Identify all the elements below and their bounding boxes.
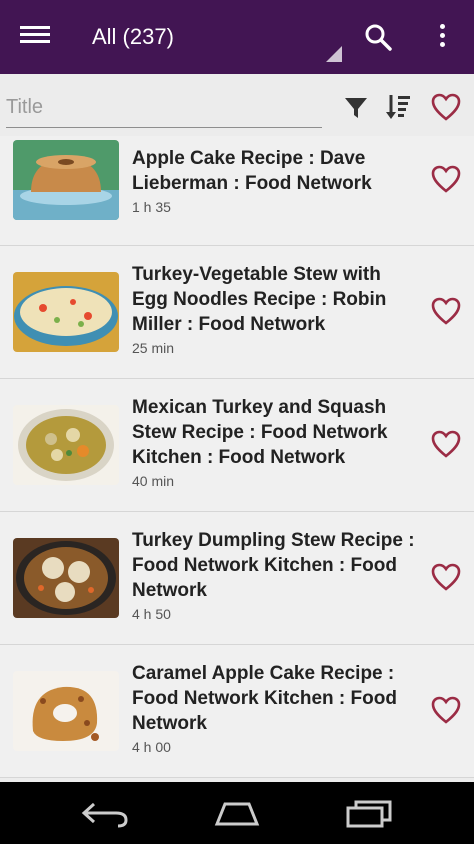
recipe-time: 4 h 50: [132, 606, 171, 622]
more-vert-icon[interactable]: [428, 20, 456, 54]
recipe-thumbnail: [13, 671, 119, 751]
recipe-thumbnail: [13, 538, 119, 618]
back-icon[interactable]: [80, 798, 132, 828]
list-item[interactable]: Turkey Dumpling Stew Recipe : Food Netwo…: [0, 512, 474, 645]
recipe-title: Caramel Apple Cake Recipe : Food Network…: [132, 663, 397, 734]
recipe-thumbnail: [13, 405, 119, 485]
favorite-heart-icon[interactable]: [430, 164, 462, 194]
category-dropdown[interactable]: All (237): [92, 24, 174, 50]
list-item[interactable]: Mexican Turkey and Squash Stew Recipe : …: [0, 379, 474, 512]
system-nav-bar: [0, 782, 474, 844]
filter-bar: [0, 74, 474, 136]
dropdown-indicator-icon: [326, 46, 342, 62]
list-item[interactable]: Caramel Apple Cake Recipe : Food Network…: [0, 645, 474, 778]
recipe-title: Apple Cake Recipe : Dave Lieberman : Foo…: [132, 148, 372, 194]
recipe-thumbnail: [13, 272, 119, 352]
favorite-heart-icon[interactable]: [430, 695, 462, 725]
recipe-title: Turkey Dumpling Stew Recipe : Food Netwo…: [132, 530, 415, 601]
title-search-input[interactable]: [6, 88, 322, 128]
hamburger-menu-icon[interactable]: [18, 22, 56, 52]
favorite-heart-icon[interactable]: [430, 562, 462, 592]
favorites-filter-heart-icon[interactable]: [430, 92, 462, 122]
favorite-heart-icon[interactable]: [430, 429, 462, 459]
recipe-list: Apple Cake Recipe : Dave Lieberman : Foo…: [0, 136, 474, 778]
list-item[interactable]: Turkey-Vegetable Stew with Egg Noodles R…: [0, 246, 474, 379]
recent-apps-icon[interactable]: [344, 798, 396, 828]
filter-icon[interactable]: [342, 94, 370, 122]
list-item[interactable]: Apple Cake Recipe : Dave Lieberman : Foo…: [0, 136, 474, 246]
recipe-title: Turkey-Vegetable Stew with Egg Noodles R…: [132, 264, 387, 335]
recipe-time: 1 h 35: [132, 199, 171, 215]
recipe-time: 25 min: [132, 340, 175, 356]
favorite-heart-icon[interactable]: [430, 296, 462, 326]
home-icon[interactable]: [211, 798, 263, 828]
recipe-time: 4 h 00: [132, 739, 171, 755]
recipe-title: Mexican Turkey and Squash Stew Recipe : …: [132, 397, 388, 468]
recipe-thumbnail: [13, 140, 119, 220]
sort-icon[interactable]: [384, 92, 412, 122]
recipe-time: 40 min: [132, 473, 175, 489]
app-bar: All (237): [0, 0, 474, 74]
search-icon[interactable]: [363, 22, 393, 52]
